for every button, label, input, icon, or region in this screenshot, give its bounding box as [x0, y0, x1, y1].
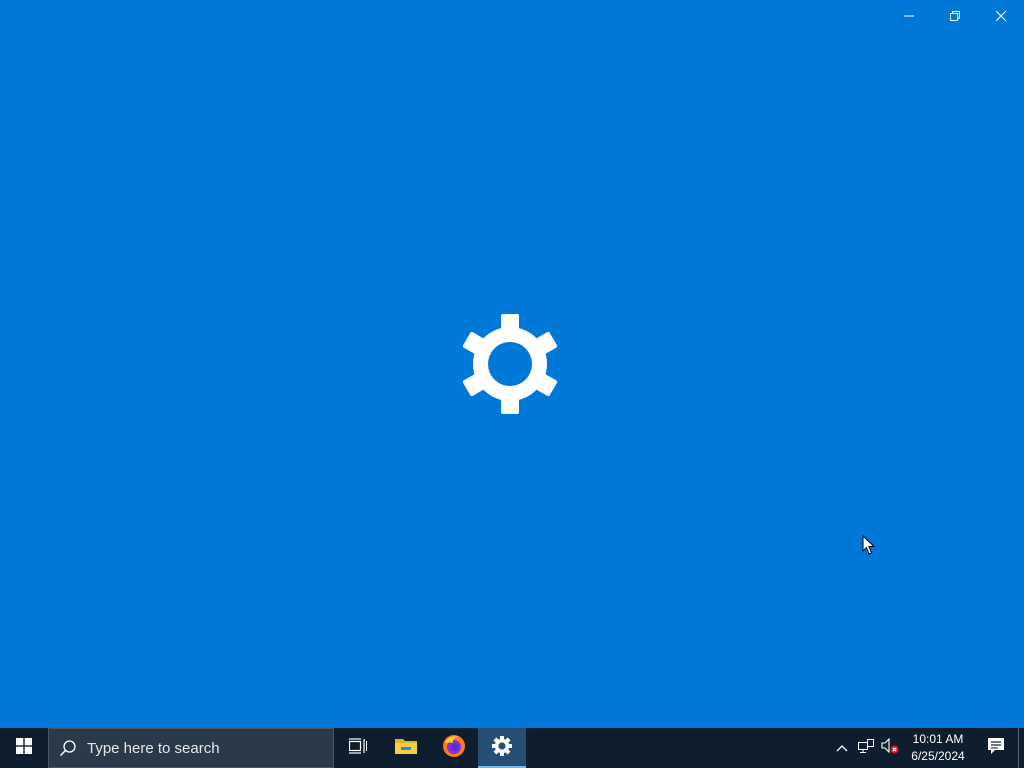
caption-buttons: [886, 0, 1024, 32]
firefox-icon: [442, 734, 466, 763]
search-icon: [59, 739, 77, 757]
restore-icon: [950, 11, 960, 21]
clock-time: 10:01 AM: [912, 732, 964, 746]
mouse-pointer-icon: [862, 534, 876, 556]
search-placeholder: Type here to search: [87, 739, 220, 757]
gear-icon: [492, 735, 512, 761]
taskbar: Type here to search 10:01 AM 6/25/2024: [0, 728, 1024, 768]
volume-button[interactable]: [878, 728, 902, 768]
close-button[interactable]: [978, 0, 1024, 32]
show-desktop-button[interactable]: [1018, 728, 1024, 768]
gear-icon: [460, 314, 560, 414]
chevron-up-icon: [836, 739, 848, 757]
settings-splash-window: [0, 0, 1024, 728]
show-hidden-icons-button[interactable]: [830, 728, 854, 768]
volume-muted-icon: [881, 737, 899, 759]
minimize-button[interactable]: [886, 0, 932, 32]
windows-logo-icon: [16, 737, 32, 759]
file-explorer-button[interactable]: [382, 728, 430, 768]
taskbar-empty-area: [526, 728, 830, 768]
taskbar-clock[interactable]: 10:01 AM 6/25/2024: [902, 728, 974, 768]
task-view-icon: [348, 737, 367, 759]
clock-date: 6/25/2024: [911, 749, 965, 763]
restore-button[interactable]: [932, 0, 978, 32]
taskbar-search-box[interactable]: Type here to search: [48, 728, 334, 768]
minimize-icon: [904, 11, 914, 21]
action-center-button[interactable]: [974, 728, 1018, 768]
folder-icon: [394, 736, 418, 761]
system-tray: 10:01 AM 6/25/2024: [830, 728, 1024, 768]
task-view-button[interactable]: [334, 728, 382, 768]
action-center-icon: [987, 737, 1005, 760]
start-button[interactable]: [0, 728, 48, 768]
close-icon: [996, 11, 1006, 21]
network-icon: [858, 738, 874, 758]
network-button[interactable]: [854, 728, 878, 768]
firefox-button[interactable]: [430, 728, 478, 768]
settings-taskbar-button[interactable]: [478, 728, 526, 768]
